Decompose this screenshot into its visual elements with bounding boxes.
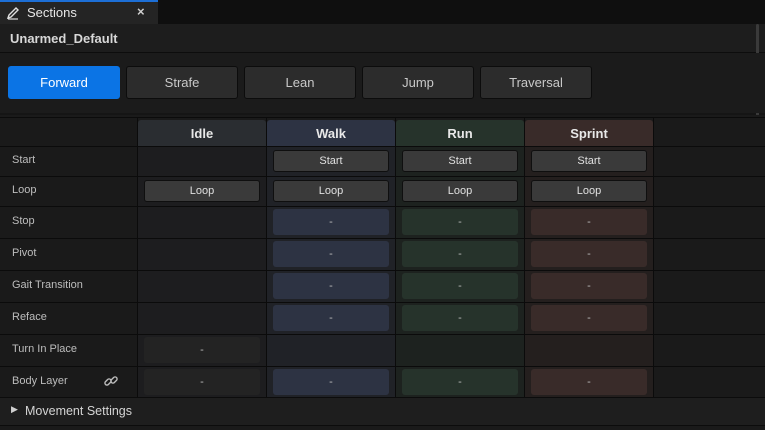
section-slot-walk-pivot[interactable]: -: [273, 241, 389, 267]
section-slot-idle-turn-in-place[interactable]: -: [144, 337, 260, 363]
section-slot-run-gait-transition[interactable]: -: [402, 273, 518, 299]
direction-lean-button[interactable]: Lean: [244, 66, 356, 99]
section-slot-walk-body-layer[interactable]: -: [273, 369, 389, 395]
section-slot-walk-reface[interactable]: -: [273, 305, 389, 331]
row-label-stop: Stop: [12, 215, 35, 227]
grid-divider: [653, 117, 654, 405]
grid-divider: [266, 117, 267, 405]
section-button-walk-loop[interactable]: Loop: [273, 180, 389, 202]
column-header-run: Run: [396, 120, 524, 146]
section-slot-run-body-layer[interactable]: -: [402, 369, 518, 395]
row-label-loop: Loop: [12, 184, 37, 196]
section-button-run-start[interactable]: Start: [402, 150, 518, 172]
grid-divider: [0, 146, 765, 147]
section-slot-walk-gait-transition[interactable]: -: [273, 273, 389, 299]
section-slot-walk-stop[interactable]: -: [273, 209, 389, 235]
grid-divider: [0, 334, 765, 335]
expand-arrow-icon[interactable]: ▶: [11, 404, 18, 415]
movement-settings-label: Movement Settings: [25, 404, 132, 418]
link-icon[interactable]: [103, 373, 119, 389]
asset-name: Unarmed_Default: [10, 31, 118, 46]
row-label-gait-transition: Gait Transition: [12, 279, 83, 291]
grid-divider: [395, 117, 396, 405]
section-button-sprint-loop[interactable]: Loop: [531, 180, 647, 202]
row-label-body-layer: Body Layer: [12, 375, 68, 387]
section-slot-sprint-reface[interactable]: -: [531, 305, 647, 331]
section-button-idle-loop[interactable]: Loop: [144, 180, 260, 202]
section-slot-sprint-pivot[interactable]: -: [531, 241, 647, 267]
section-slot-idle-body-layer[interactable]: -: [144, 369, 260, 395]
tab-title: Sections: [27, 5, 77, 20]
section-slot-run-pivot[interactable]: -: [402, 241, 518, 267]
grid-divider: [0, 366, 765, 367]
column-header-sprint: Sprint: [525, 120, 653, 146]
grid-divider: [0, 206, 765, 207]
section-slot-sprint-body-layer[interactable]: -: [531, 369, 647, 395]
grid-divider: [0, 302, 765, 303]
tab-strip: Sections ×: [0, 0, 765, 24]
movement-settings-section[interactable]: ▶ Movement Settings: [0, 397, 765, 426]
row-label-reface: Reface: [12, 311, 47, 323]
row-label-start: Start: [12, 154, 36, 166]
section-slot-sprint-gait-transition[interactable]: -: [531, 273, 647, 299]
direction-forward-button[interactable]: Forward: [8, 66, 120, 99]
panel-header: Unarmed_Default: [0, 24, 765, 53]
row-label-pivot: Pivot: [12, 247, 37, 259]
section-button-walk-start[interactable]: Start: [273, 150, 389, 172]
pencil-icon: [6, 7, 19, 20]
close-icon[interactable]: ×: [137, 4, 145, 19]
grid-divider: [137, 117, 138, 405]
section-slot-sprint-stop[interactable]: -: [531, 209, 647, 235]
section-button-run-loop[interactable]: Loop: [402, 180, 518, 202]
section-slot-run-reface[interactable]: -: [402, 305, 518, 331]
grid-divider: [0, 270, 765, 271]
tab-sections[interactable]: Sections ×: [0, 0, 158, 24]
section-slot-run-stop[interactable]: -: [402, 209, 518, 235]
grid-divider: [0, 176, 765, 177]
grid-divider: [524, 117, 525, 405]
column-header-idle: Idle: [138, 120, 266, 146]
direction-jump-button[interactable]: Jump: [362, 66, 474, 99]
direction-tabs: Forward Strafe Lean Jump Traversal: [0, 53, 765, 113]
column-header-walk: Walk: [267, 120, 395, 146]
direction-strafe-button[interactable]: Strafe: [126, 66, 238, 99]
section-button-sprint-start[interactable]: Start: [531, 150, 647, 172]
grid-divider: [0, 238, 765, 239]
direction-traversal-button[interactable]: Traversal: [480, 66, 592, 99]
grid-divider: [0, 117, 765, 118]
row-label-turn-in-place: Turn In Place: [12, 343, 78, 355]
